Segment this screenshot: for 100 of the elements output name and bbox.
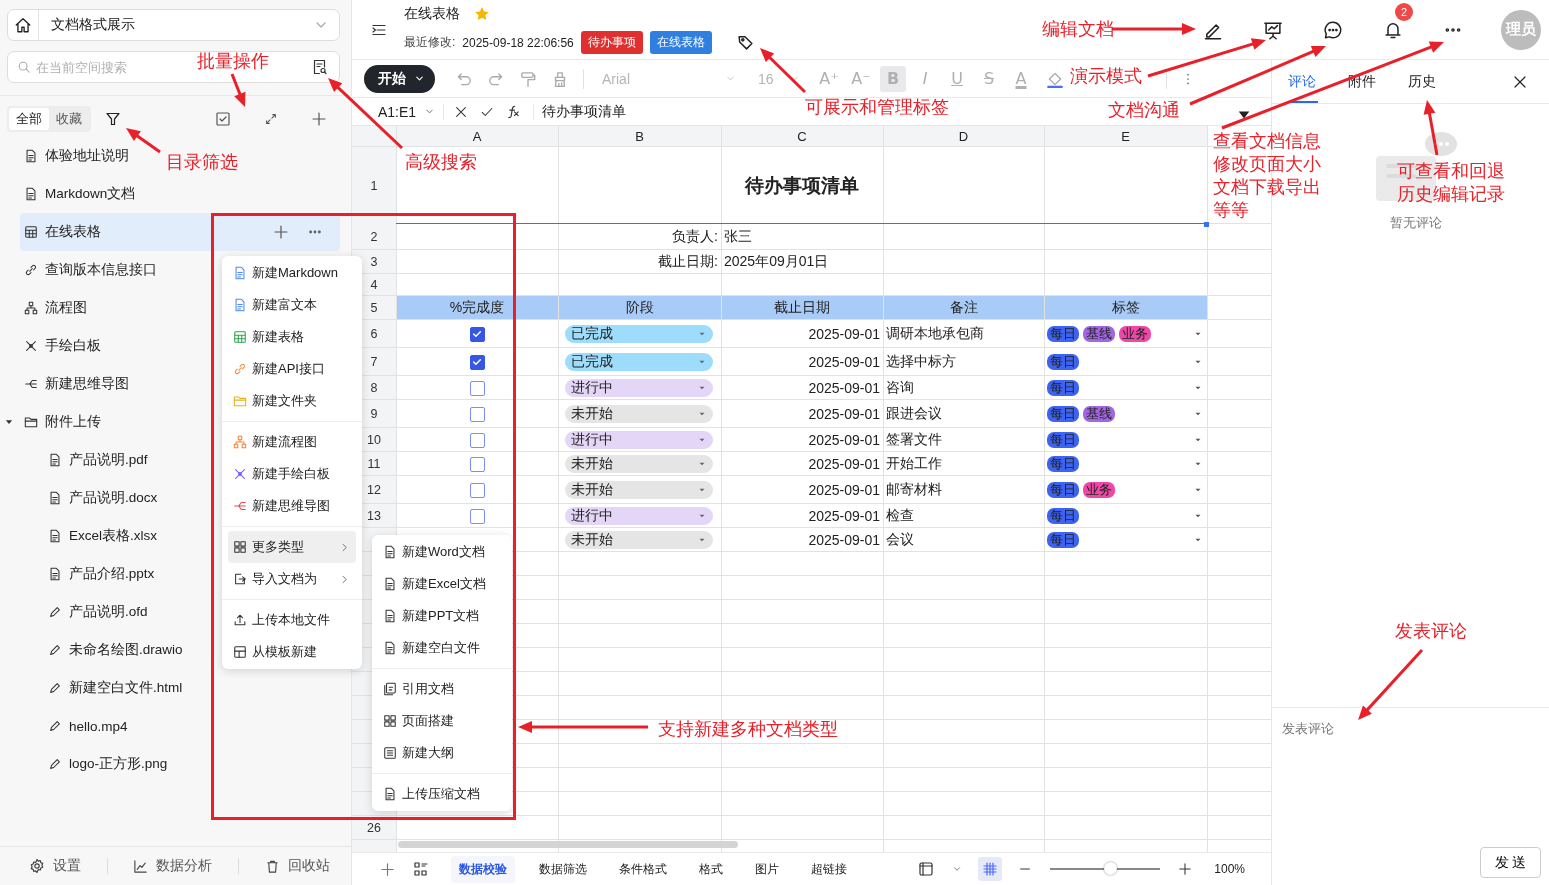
- checkbox[interactable]: [469, 406, 485, 422]
- arrow: [760, 48, 807, 94]
- menu-item[interactable]: 新建大纲: [372, 737, 512, 769]
- sheet-tab[interactable]: 数据筛选: [531, 855, 595, 883]
- menu-item[interactable]: 上传压缩文档: [372, 778, 512, 810]
- gridlines-icon[interactable]: [982, 861, 999, 877]
- checkbox[interactable]: [469, 380, 485, 396]
- status-dropdown[interactable]: 进行中: [565, 379, 713, 397]
- status-dropdown[interactable]: 未开始: [565, 531, 713, 549]
- function-icon[interactable]: [506, 104, 521, 119]
- tree-item[interactable]: Excel表格.xlsx: [20, 517, 163, 555]
- sheet-tab[interactable]: 条件格式: [611, 855, 675, 883]
- checkbox[interactable]: [469, 482, 485, 498]
- checkbox[interactable]: [469, 432, 485, 448]
- document-icon: [383, 545, 397, 559]
- menu-item[interactable]: 新建Excel文档: [372, 568, 512, 600]
- checkbox[interactable]: [469, 326, 485, 342]
- row-header[interactable]: 1: [352, 147, 396, 224]
- tree-item[interactable]: hello.mp4: [20, 707, 134, 745]
- sheet-tab[interactable]: 图片: [747, 855, 787, 883]
- tree-item[interactable]: 产品介绍.pptx: [20, 555, 161, 593]
- sheet-list-icon[interactable]: [413, 861, 429, 877]
- row-header[interactable]: 2: [352, 224, 396, 250]
- plus-icon[interactable]: [311, 111, 327, 127]
- footer-link[interactable]: 回收站: [265, 857, 331, 875]
- tree-item[interactable]: 体验地址说明: [20, 137, 135, 175]
- cell-reference-field[interactable]: A1:E1: [352, 103, 444, 120]
- footer-link[interactable]: 数据分析: [133, 857, 213, 875]
- tree-item[interactable]: 流程图: [20, 289, 93, 327]
- zoom-in-icon[interactable]: [1178, 862, 1193, 876]
- cancel-icon[interactable]: [454, 104, 468, 119]
- menu-item[interactable]: 引用文档: [372, 673, 512, 705]
- panel-tab[interactable]: 评论: [1288, 60, 1318, 103]
- document-tag[interactable]: 在线表格: [649, 31, 712, 54]
- tree-item[interactable]: 未命名绘图.drawio: [20, 631, 189, 669]
- plus-icon[interactable]: [273, 224, 289, 240]
- tag-icon[interactable]: [736, 34, 754, 51]
- panel-tab[interactable]: 历史: [1408, 60, 1468, 103]
- presentation-icon[interactable]: [1263, 19, 1283, 40]
- checkbox-icon[interactable]: [215, 111, 231, 127]
- checkbox[interactable]: [469, 354, 485, 370]
- chat-icon[interactable]: [1323, 19, 1343, 40]
- space-selector[interactable]: 文档格式展示: [7, 9, 340, 41]
- status-dropdown[interactable]: 未开始: [565, 405, 713, 423]
- filter-icon[interactable]: [105, 111, 121, 127]
- tree-item[interactable]: 查询版本信息接口: [20, 251, 163, 289]
- mindmap-icon: [233, 499, 247, 513]
- slider-thumb[interactable]: [1103, 862, 1117, 875]
- fill-handle[interactable]: [1204, 222, 1209, 227]
- menu-item[interactable]: 从模板新建: [222, 636, 362, 668]
- status-dropdown[interactable]: 已完成: [565, 325, 713, 343]
- menu-item[interactable]: 新建空白文件: [372, 632, 512, 664]
- tree-item[interactable]: 新建思维导图: [20, 365, 135, 403]
- document-search-icon[interactable]: [312, 59, 328, 75]
- star-icon[interactable]: [474, 6, 490, 22]
- formula-field[interactable]: 待办事项清单: [542, 102, 626, 121]
- scrollbar[interactable]: [398, 841, 738, 848]
- tree-item[interactable]: 产品说明.ofd: [20, 593, 154, 631]
- menu-item[interactable]: 上传本地文件: [222, 604, 362, 636]
- freeze-icon[interactable]: [918, 861, 935, 877]
- tree-item[interactable]: logo-正方形.png: [20, 745, 174, 783]
- start-menu-button[interactable]: 开始: [364, 64, 435, 93]
- status-dropdown[interactable]: 未开始: [565, 455, 713, 473]
- document-tag[interactable]: 待办事项: [580, 31, 643, 54]
- table-header-cell: 阶段: [558, 296, 721, 320]
- menu-item[interactable]: 新建PPT文档: [372, 600, 512, 632]
- sheet-tab[interactable]: 超链接: [803, 855, 855, 883]
- menu-item[interactable]: 更多类型: [228, 531, 356, 563]
- sheet-tab[interactable]: 数据校验: [451, 855, 515, 883]
- annotation-text: 查看文档信息修改页面大小文档下载导出等等: [1213, 130, 1322, 222]
- document-icon: [24, 187, 38, 201]
- tree-item[interactable]: 附件上传: [20, 403, 107, 441]
- format-painter-icon[interactable]: [519, 69, 537, 88]
- document-icon: [48, 453, 62, 467]
- menu-item[interactable]: 页面搭建: [372, 705, 512, 737]
- tag-chip: 业务: [1083, 482, 1115, 498]
- send-button[interactable]: 发 送: [1480, 847, 1541, 878]
- add-sheet-icon[interactable]: [380, 861, 395, 877]
- expand-icon[interactable]: [264, 112, 278, 126]
- view-tab[interactable]: 全部: [9, 108, 49, 130]
- checkbox[interactable]: [469, 456, 485, 472]
- tag-chip: 每日: [1047, 456, 1079, 472]
- tree-item[interactable]: 新建空白文件.html: [20, 669, 189, 707]
- status-dropdown[interactable]: 已完成: [565, 353, 713, 371]
- tag-chip: 基线: [1083, 326, 1115, 342]
- tree-item[interactable]: 产品说明.pdf: [20, 441, 154, 479]
- status-dropdown[interactable]: 未开始: [565, 481, 713, 499]
- sheet-tab[interactable]: 格式: [691, 855, 731, 883]
- row-header[interactable]: 26: [352, 816, 396, 840]
- checkbox[interactable]: [469, 508, 485, 524]
- status-dropdown[interactable]: 进行中: [565, 431, 713, 449]
- tree-item[interactable]: 在线表格: [20, 213, 340, 251]
- tree-item[interactable]: 手绘白板: [20, 327, 107, 365]
- view-tab[interactable]: 收藏: [49, 108, 89, 130]
- menu-item[interactable]: 导入文档为: [222, 563, 362, 595]
- status-dropdown[interactable]: 进行中: [565, 507, 713, 525]
- menu-item[interactable]: 新建Word文档: [372, 536, 512, 568]
- tree-item[interactable]: 产品说明.docx: [20, 479, 164, 517]
- tree-item[interactable]: Markdown文档: [20, 175, 142, 213]
- footer-link[interactable]: 设置: [28, 857, 81, 875]
